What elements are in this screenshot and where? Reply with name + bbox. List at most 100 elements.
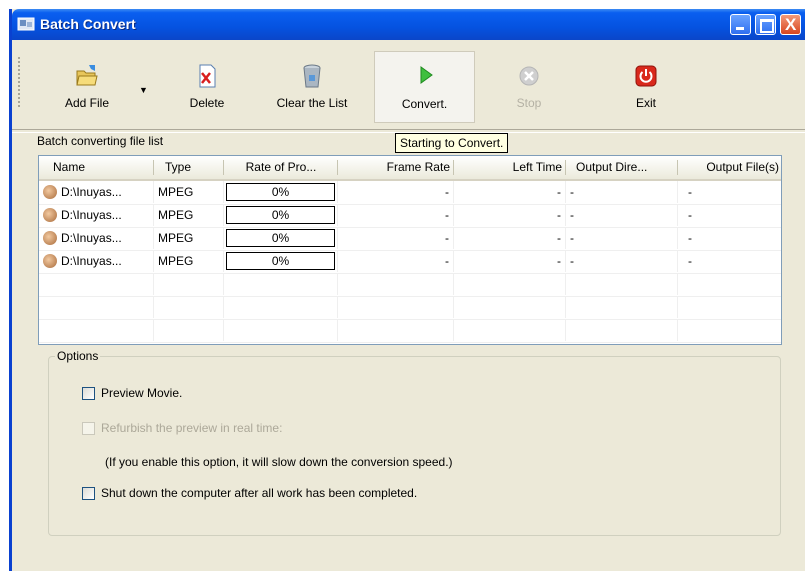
refurbish-preview-label[interactable]: Refurbish the preview in real time: <box>101 421 282 435</box>
app-icon <box>17 16 35 32</box>
empty-cell <box>39 296 154 318</box>
clear-list-label: Clear the List <box>276 96 348 110</box>
cell-frame-rate: - <box>338 204 454 226</box>
empty-row <box>39 319 781 343</box>
empty-cell <box>39 273 154 295</box>
list-row[interactable]: D:\Inuyas... MPEG 0% - - - - <box>39 227 781 251</box>
cell-output-file: - <box>678 227 781 249</box>
column-header-output-dir[interactable]: Output Dire... <box>566 156 678 179</box>
minimize-button[interactable] <box>730 14 751 35</box>
empty-row <box>39 296 781 320</box>
cell-rate: 0% <box>224 204 338 226</box>
options-group <box>48 356 781 536</box>
convert-label: Convert. <box>401 97 448 111</box>
list-row[interactable]: D:\Inuyas... MPEG 0% - - - - <box>39 204 781 228</box>
video-file-icon <box>43 253 57 268</box>
empty-cell <box>224 273 338 295</box>
cell-name: D:\Inuyas... <box>39 204 154 226</box>
refurbish-note: (If you enable this option, it will slow… <box>105 455 453 469</box>
column-header-type[interactable]: Type <box>154 156 224 179</box>
stop-label: Stop <box>516 96 542 110</box>
empty-cell <box>454 296 566 318</box>
progress-box: 0% <box>226 252 335 270</box>
title-bar[interactable]: Batch Convert X <box>12 9 805 40</box>
batch-convert-window: Batch Convert X Add File ▼ Delete Clear … <box>9 9 805 571</box>
cell-type: MPEG <box>154 227 224 249</box>
exit-button[interactable]: Exit <box>616 53 676 113</box>
file-name: D:\Inuyas... <box>61 231 122 245</box>
empty-cell <box>566 296 678 318</box>
file-name: D:\Inuyas... <box>61 254 122 268</box>
shutdown-label[interactable]: Shut down the computer after all work ha… <box>101 486 417 500</box>
list-row[interactable]: D:\Inuyas... MPEG 0% - - - - <box>39 250 781 274</box>
video-file-icon <box>43 207 57 222</box>
cell-type: MPEG <box>154 181 224 203</box>
file-name: D:\Inuyas... <box>61 208 122 222</box>
clear-list-button[interactable]: Clear the List <box>262 53 362 113</box>
empty-cell <box>338 273 454 295</box>
cell-type: MPEG <box>154 204 224 226</box>
cell-name: D:\Inuyas... <box>39 227 154 249</box>
column-header-frame-rate[interactable]: Frame Rate <box>338 156 454 179</box>
play-icon <box>413 62 437 88</box>
delete-label: Delete <box>189 96 225 110</box>
delete-button[interactable]: Delete <box>177 53 237 113</box>
cell-rate: 0% <box>224 227 338 249</box>
cell-frame-rate: - <box>338 181 454 203</box>
cell-name: D:\Inuyas... <box>39 181 154 203</box>
file-name: D:\Inuyas... <box>61 185 122 199</box>
options-legend: Options <box>55 349 101 363</box>
progress-box: 0% <box>226 183 335 201</box>
empty-cell <box>338 319 454 341</box>
list-header: Name Type Rate of Pro... Frame Rate Left… <box>39 156 781 181</box>
close-button[interactable]: X <box>780 14 801 35</box>
cell-output-dir: - <box>566 227 678 249</box>
stop-icon <box>517 63 541 89</box>
convert-tooltip: Starting to Convert. <box>395 133 509 153</box>
empty-cell <box>454 273 566 295</box>
column-header-output-files[interactable]: Output File(s) <box>678 156 781 179</box>
column-header-name[interactable]: Name <box>39 156 154 179</box>
folder-add-icon <box>75 63 99 89</box>
cell-left-time: - <box>454 227 566 249</box>
cell-output-file: - <box>678 181 781 203</box>
convert-button[interactable]: Convert. <box>374 51 475 123</box>
file-list-view[interactable]: Name Type Rate of Pro... Frame Rate Left… <box>38 155 782 345</box>
empty-cell <box>338 296 454 318</box>
column-header-left-time[interactable]: Left Time <box>454 156 566 179</box>
maximize-button[interactable] <box>755 14 776 35</box>
empty-cell <box>224 319 338 341</box>
empty-cell <box>154 296 224 318</box>
empty-cell <box>39 319 154 341</box>
delete-file-icon <box>195 63 219 89</box>
cell-output-dir: - <box>566 204 678 226</box>
recycle-bin-icon <box>300 63 324 89</box>
empty-row <box>39 273 781 297</box>
cell-rate: 0% <box>224 250 338 272</box>
empty-cell <box>566 319 678 341</box>
cell-frame-rate: - <box>338 227 454 249</box>
shutdown-checkbox[interactable] <box>82 487 95 500</box>
empty-cell <box>154 273 224 295</box>
list-row[interactable]: D:\Inuyas... MPEG 0% - - - - <box>39 181 781 205</box>
exit-label: Exit <box>635 96 656 110</box>
column-header-rate[interactable]: Rate of Pro... <box>224 156 338 179</box>
video-file-icon <box>43 230 57 245</box>
close-icon: X <box>785 15 797 34</box>
add-file-label: Add File <box>64 96 110 110</box>
toolbar-grip[interactable] <box>18 57 22 107</box>
power-icon <box>634 63 658 89</box>
add-file-dropdown-icon[interactable]: ▼ <box>139 85 148 95</box>
cell-name: D:\Inuyas... <box>39 250 154 272</box>
cell-rate: 0% <box>224 181 338 203</box>
add-file-button[interactable]: Add File <box>52 53 122 113</box>
file-list-label: Batch converting file list <box>37 134 164 148</box>
preview-movie-label[interactable]: Preview Movie. <box>101 386 182 400</box>
progress-box: 0% <box>226 229 335 247</box>
empty-cell <box>224 296 338 318</box>
preview-movie-checkbox[interactable] <box>82 387 95 400</box>
stop-button[interactable]: Stop <box>499 53 559 113</box>
refurbish-preview-checkbox[interactable] <box>82 422 95 435</box>
toolbar: Add File ▼ Delete Clear the List Convert… <box>12 45 805 131</box>
window-title: Batch Convert <box>40 16 136 32</box>
